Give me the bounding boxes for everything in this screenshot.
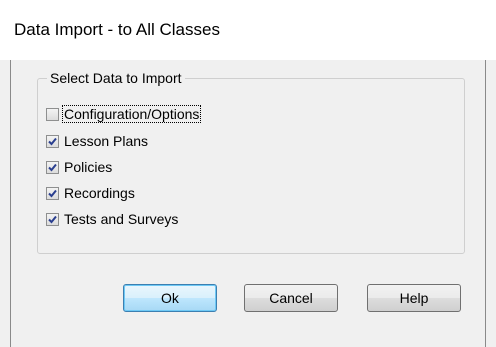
checkbox-lesson-plans[interactable]: Lesson Plans	[46, 132, 149, 150]
check-mark-icon	[48, 163, 57, 171]
check-mark-icon	[48, 189, 57, 197]
help-button[interactable]: Help	[367, 284, 461, 312]
ok-button[interactable]: Ok	[123, 284, 217, 312]
title-bar[interactable]: Data Import - to All Classes	[0, 0, 496, 60]
checkbox-box[interactable]	[46, 186, 59, 200]
checkbox-box[interactable]	[46, 160, 59, 174]
data-import-dialog: Data Import - to All Classes Select Data…	[0, 0, 496, 347]
select-data-groupbox: Select Data to Import Configuration/Opti…	[37, 70, 465, 254]
checkbox-box[interactable]	[46, 107, 59, 121]
checkbox-label: Lesson Plans	[64, 133, 149, 149]
checkbox-configuration-options[interactable]: Configuration/Options	[46, 105, 202, 123]
checkbox-label: Policies	[64, 159, 113, 175]
checkbox-tests-and-surveys[interactable]: Tests and Surveys	[46, 210, 179, 228]
groupbox-label: Select Data to Import	[47, 70, 185, 86]
dialog-body: Select Data to Import Configuration/Opti…	[10, 60, 486, 347]
cancel-button[interactable]: Cancel	[244, 284, 338, 312]
checkbox-box[interactable]	[46, 212, 59, 226]
check-mark-icon	[48, 137, 57, 145]
checkbox-label: Recordings	[64, 185, 135, 201]
checkbox-policies[interactable]: Policies	[46, 158, 113, 176]
checkbox-label: Configuration/Options	[61, 105, 202, 123]
checkbox-box[interactable]	[46, 134, 59, 148]
window-title: Data Import - to All Classes	[14, 20, 220, 39]
checkbox-recordings[interactable]: Recordings	[46, 184, 136, 202]
check-mark-icon	[48, 215, 57, 223]
checkbox-label: Tests and Surveys	[64, 211, 179, 227]
